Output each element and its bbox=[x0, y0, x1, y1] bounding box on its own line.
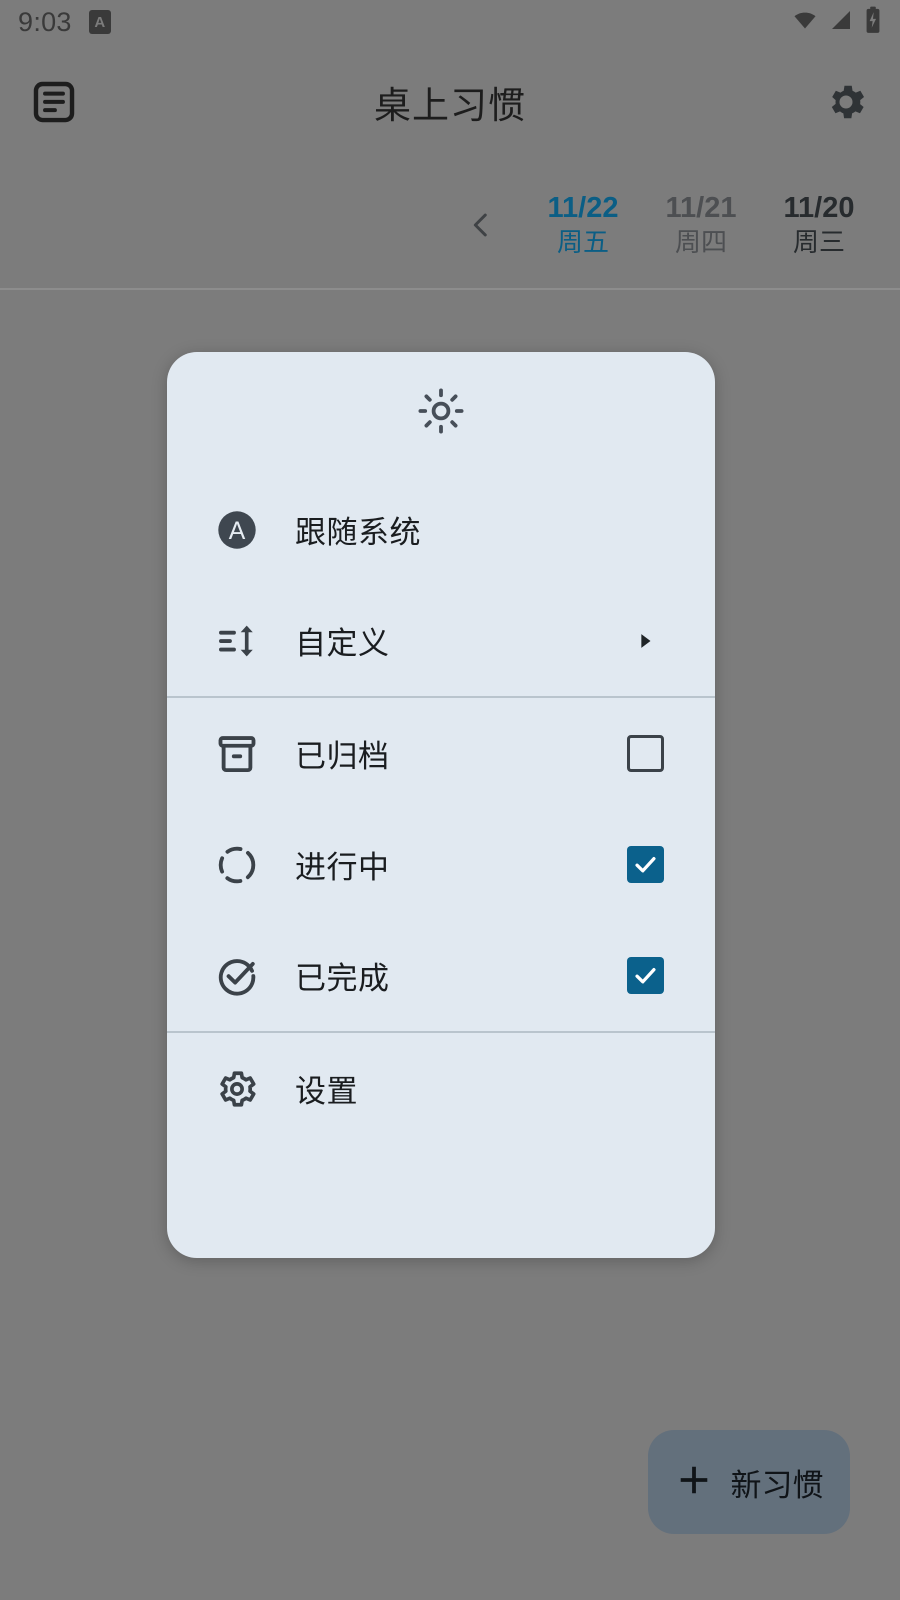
status-bar-left: 9:03 A bbox=[18, 7, 111, 38]
cell-signal-icon bbox=[829, 8, 855, 37]
page-title: 桌上习惯 bbox=[374, 84, 526, 126]
add-habit-fab[interactable]: 新习惯 bbox=[648, 1430, 850, 1534]
menu-item-label: 已完成 bbox=[295, 961, 390, 996]
menu-item-in-progress[interactable]: 进行中 bbox=[167, 809, 715, 920]
wifi-icon bbox=[790, 8, 820, 37]
plus-icon bbox=[675, 1461, 713, 1504]
checkbox-unchecked-icon bbox=[626, 735, 664, 772]
checkbox-in-progress[interactable] bbox=[617, 846, 673, 883]
brightness-sun-icon bbox=[417, 387, 465, 440]
checkbox-archived[interactable] bbox=[617, 735, 673, 772]
date-number: 11/21 bbox=[665, 192, 737, 225]
dialog-header bbox=[167, 352, 715, 474]
dashed-circle-icon bbox=[209, 843, 265, 887]
chevron-left-icon[interactable] bbox=[448, 192, 514, 258]
date-cell-2[interactable]: 11/20 周三 bbox=[760, 191, 878, 258]
menu-item-label: 已归档 bbox=[295, 739, 390, 774]
checkbox-completed[interactable] bbox=[617, 957, 673, 994]
status-clock: 9:03 bbox=[18, 6, 72, 37]
date-weekday: 周四 bbox=[674, 226, 727, 257]
status-bar: 9:03 A bbox=[0, 0, 900, 44]
gear-icon[interactable] bbox=[818, 74, 874, 130]
menu-item-custom[interactable]: 自定义 bbox=[167, 585, 715, 696]
submenu-arrow-icon bbox=[617, 630, 673, 652]
menu-item-label: 设置 bbox=[295, 1074, 358, 1109]
archive-icon bbox=[209, 732, 265, 776]
menu-item-completed[interactable]: 已完成 bbox=[167, 920, 715, 1031]
date-weekday: 周五 bbox=[556, 226, 609, 257]
date-selector: 11/22 周五 11/21 周四 11/20 周三 bbox=[0, 162, 900, 288]
app-bar-divider bbox=[0, 288, 900, 290]
check-circle-icon bbox=[209, 954, 265, 998]
date-cell-1[interactable]: 11/21 周四 bbox=[642, 191, 760, 258]
battery-charging-icon bbox=[864, 6, 882, 39]
top-app-bar: 桌上习惯 bbox=[0, 44, 900, 159]
sort-icon bbox=[209, 619, 265, 663]
date-number: 11/20 bbox=[783, 192, 855, 225]
menu-item-label: 跟随系统 bbox=[295, 515, 421, 550]
status-bar-right bbox=[790, 6, 882, 39]
menu-item-settings[interactable]: 设置 bbox=[167, 1033, 715, 1144]
menu-item-follow-system[interactable]: A 跟随系统 bbox=[167, 474, 715, 585]
menu-item-label: 进行中 bbox=[295, 850, 390, 885]
fab-label: 新习惯 bbox=[730, 1467, 824, 1503]
checkbox-checked-icon bbox=[626, 957, 664, 994]
date-cell-0[interactable]: 11/22 周五 bbox=[524, 191, 642, 258]
menu-item-label: 自定义 bbox=[295, 626, 390, 661]
summary-list-icon[interactable] bbox=[26, 74, 82, 130]
checkbox-checked-icon bbox=[626, 846, 664, 883]
gear-icon bbox=[209, 1067, 265, 1111]
input-method-badge-icon: A bbox=[88, 10, 111, 34]
date-number: 11/22 bbox=[547, 192, 619, 225]
svg-text:A: A bbox=[229, 518, 246, 545]
options-dialog: A 跟随系统 自定义 已归档 进行中 已完成 设置 bbox=[167, 352, 715, 1258]
date-weekday: 周三 bbox=[792, 226, 845, 257]
circle-a-auto-icon: A bbox=[209, 508, 265, 552]
menu-item-archived[interactable]: 已归档 bbox=[167, 698, 715, 809]
